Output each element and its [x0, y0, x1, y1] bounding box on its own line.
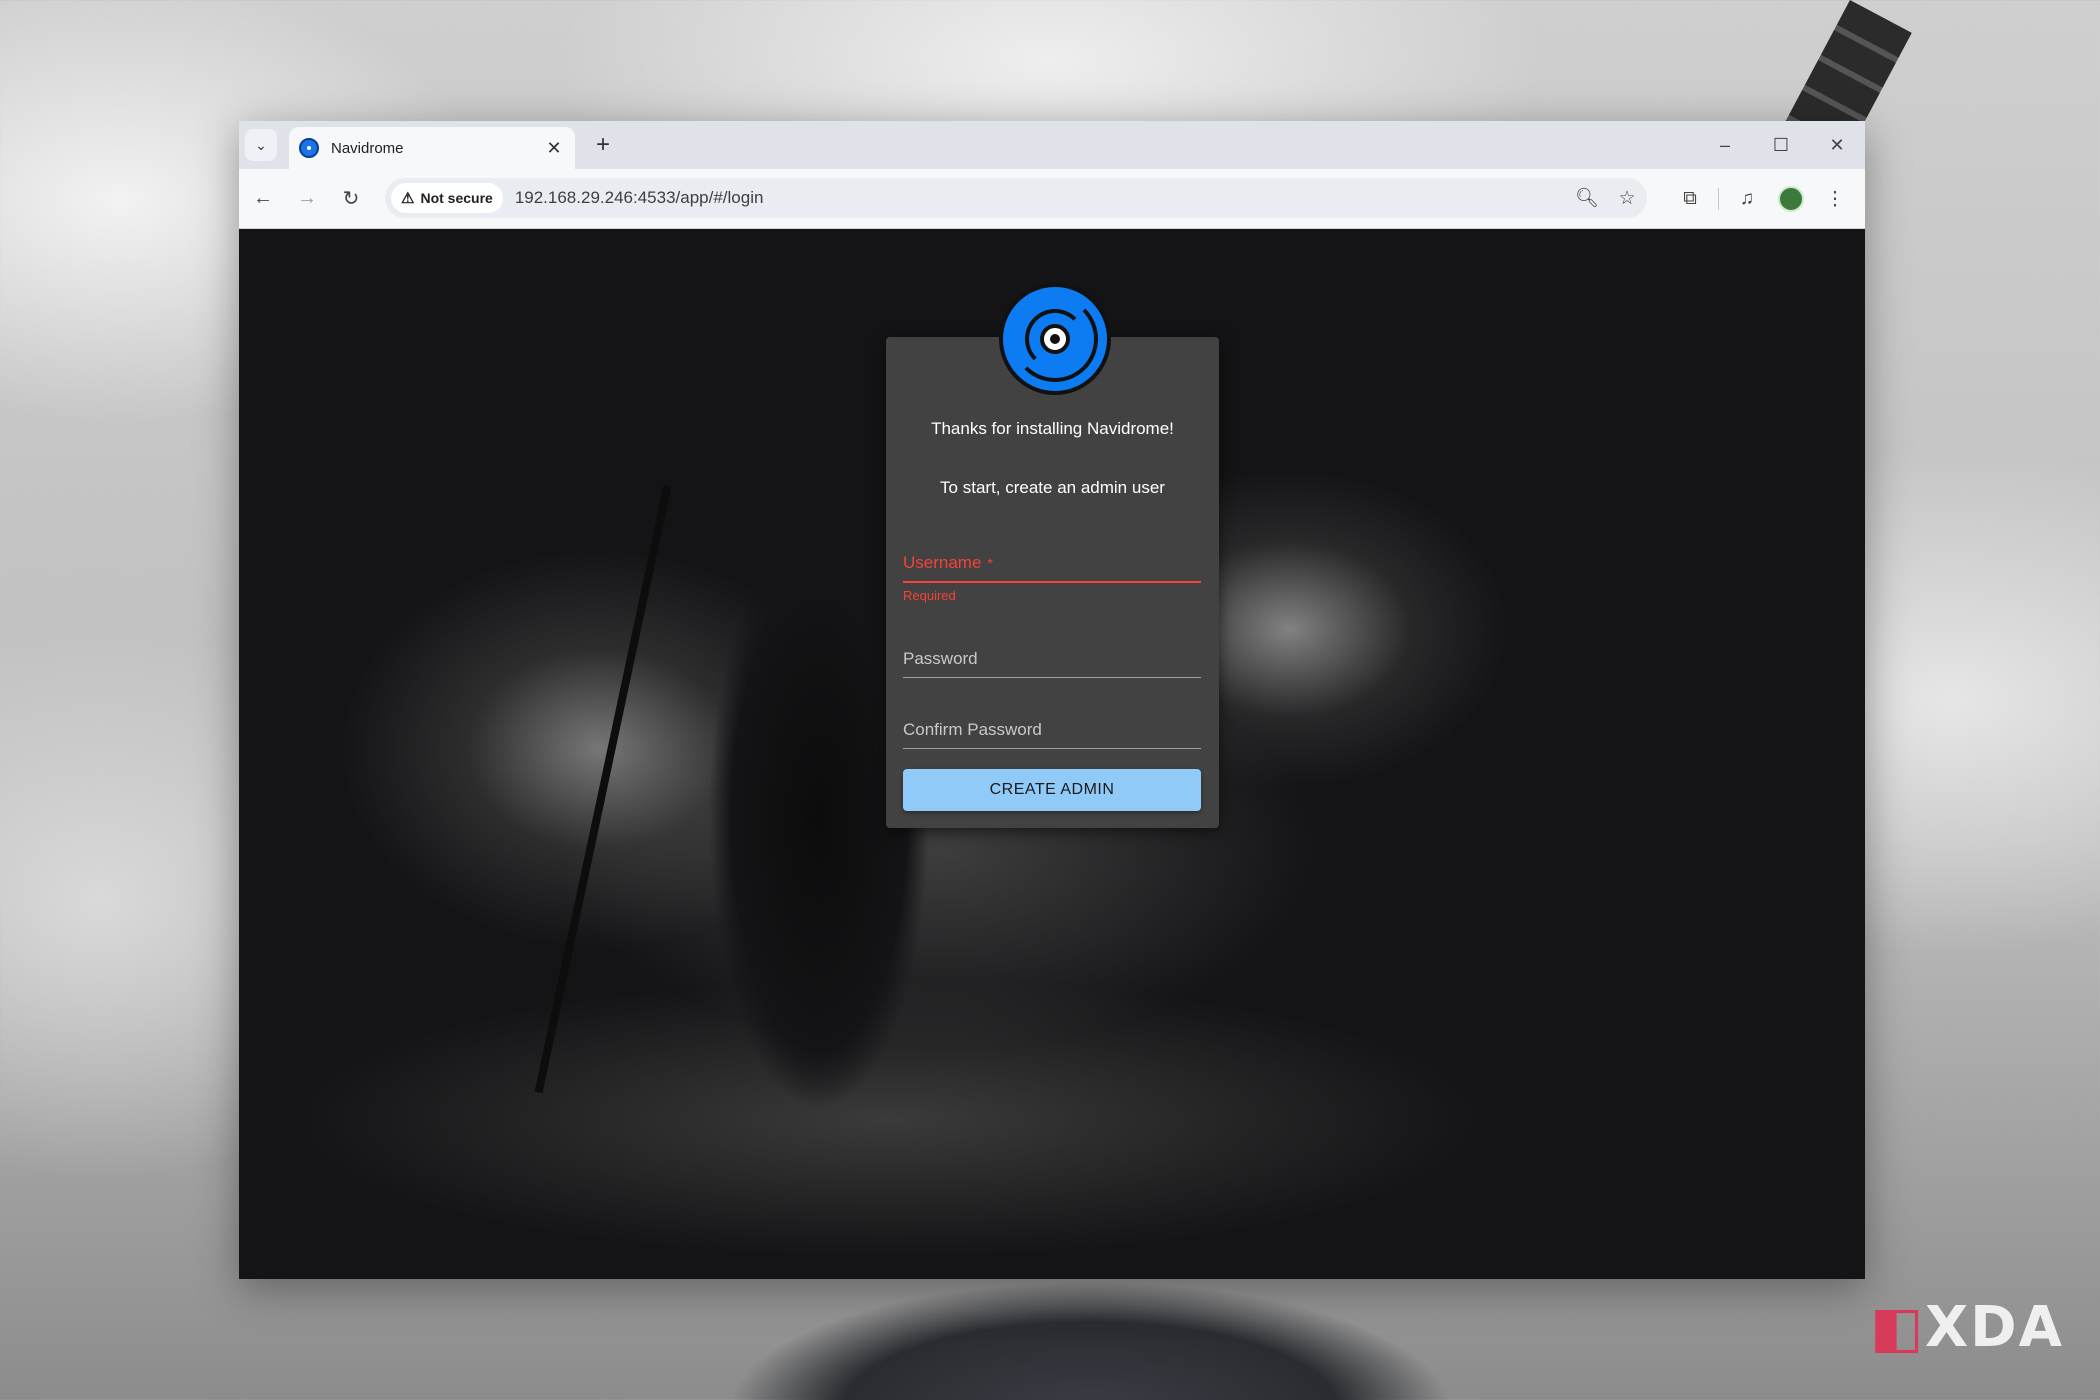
page-content: Thanks for installing Navidrome! To star… [239, 229, 1865, 1279]
toolbar-divider [1718, 188, 1719, 210]
background-photo-mic-stand [534, 484, 672, 1094]
tab-strip: ⌄ Navidrome ✕ + – ☐ ✕ [239, 121, 1865, 169]
back-arrow-icon[interactable]: ← [243, 179, 283, 219]
create-admin-card: Thanks for installing Navidrome! To star… [886, 337, 1219, 828]
username-field[interactable]: Username * [903, 553, 1201, 583]
minimize-button[interactable]: – [1697, 121, 1753, 169]
username-label: Username [903, 553, 982, 572]
tab-navidrome[interactable]: Navidrome ✕ [289, 127, 575, 169]
xda-watermark: ◧XDA [1870, 1295, 2064, 1360]
maximize-button[interactable]: ☐ [1753, 121, 1809, 169]
confirm-password-label: Confirm Password [903, 720, 1042, 739]
close-tab-icon[interactable]: ✕ [543, 138, 565, 159]
new-tab-icon[interactable]: + [588, 131, 618, 159]
close-window-button[interactable]: ✕ [1809, 121, 1865, 169]
star-icon[interactable]: ☆ [1607, 187, 1647, 210]
address-bar[interactable]: ⚠ Not secure 192.168.29.246:4533/app/#/l… [385, 178, 1647, 218]
watermark-text: XDA [1925, 1295, 2064, 1360]
extensions-icon[interactable]: ⧉ [1668, 179, 1712, 219]
reload-icon[interactable]: ↻ [331, 179, 371, 219]
zoom-icon[interactable]: 🔍︎ [1567, 186, 1607, 210]
window-controls: – ☐ ✕ [1697, 121, 1865, 169]
background-artwork-figure [640, 1270, 1540, 1400]
create-admin-button[interactable]: CREATE ADMIN [903, 769, 1201, 811]
url-text[interactable]: 192.168.29.246:4533/app/#/login [515, 188, 1567, 208]
required-marker: * [987, 555, 993, 571]
security-chip[interactable]: ⚠ Not secure [391, 183, 503, 213]
forward-arrow-icon[interactable]: → [287, 179, 327, 219]
navidrome-favicon-icon [299, 138, 319, 158]
confirm-password-underline [903, 748, 1201, 749]
username-error: Required [903, 588, 956, 603]
browser-toolbar: ← → ↻ ⚠ Not secure 192.168.29.246:4533/a… [239, 169, 1865, 229]
password-label: Password [903, 649, 978, 668]
tab-list-icon[interactable]: ⌄ [245, 129, 277, 161]
confirm-password-field[interactable]: Confirm Password [903, 720, 1201, 750]
browser-window: ⌄ Navidrome ✕ + – ☐ ✕ ← → ↻ ⚠ Not secure… [239, 121, 1865, 1279]
tab-title: Navidrome [331, 139, 404, 157]
password-underline [903, 677, 1201, 678]
navidrome-logo-icon [999, 283, 1111, 395]
welcome-text: Thanks for installing Navidrome! [931, 419, 1174, 438]
kebab-menu-icon[interactable]: ⋮ [1813, 179, 1857, 219]
xda-logo-icon: ◧ [1870, 1295, 1925, 1360]
password-field[interactable]: Password [903, 649, 1201, 679]
avatar [1778, 186, 1804, 212]
instruction-text: To start, create an admin user [940, 478, 1165, 497]
username-underline [903, 581, 1201, 583]
profile-icon[interactable] [1769, 179, 1813, 219]
warning-icon: ⚠ [401, 190, 415, 207]
toolbar-actions: ⧉ ♫ ⋮ [1668, 179, 1857, 219]
logo-spindle [1050, 334, 1060, 344]
security-label: Not secure [420, 190, 493, 206]
media-controls-icon[interactable]: ♫ [1725, 179, 1769, 219]
